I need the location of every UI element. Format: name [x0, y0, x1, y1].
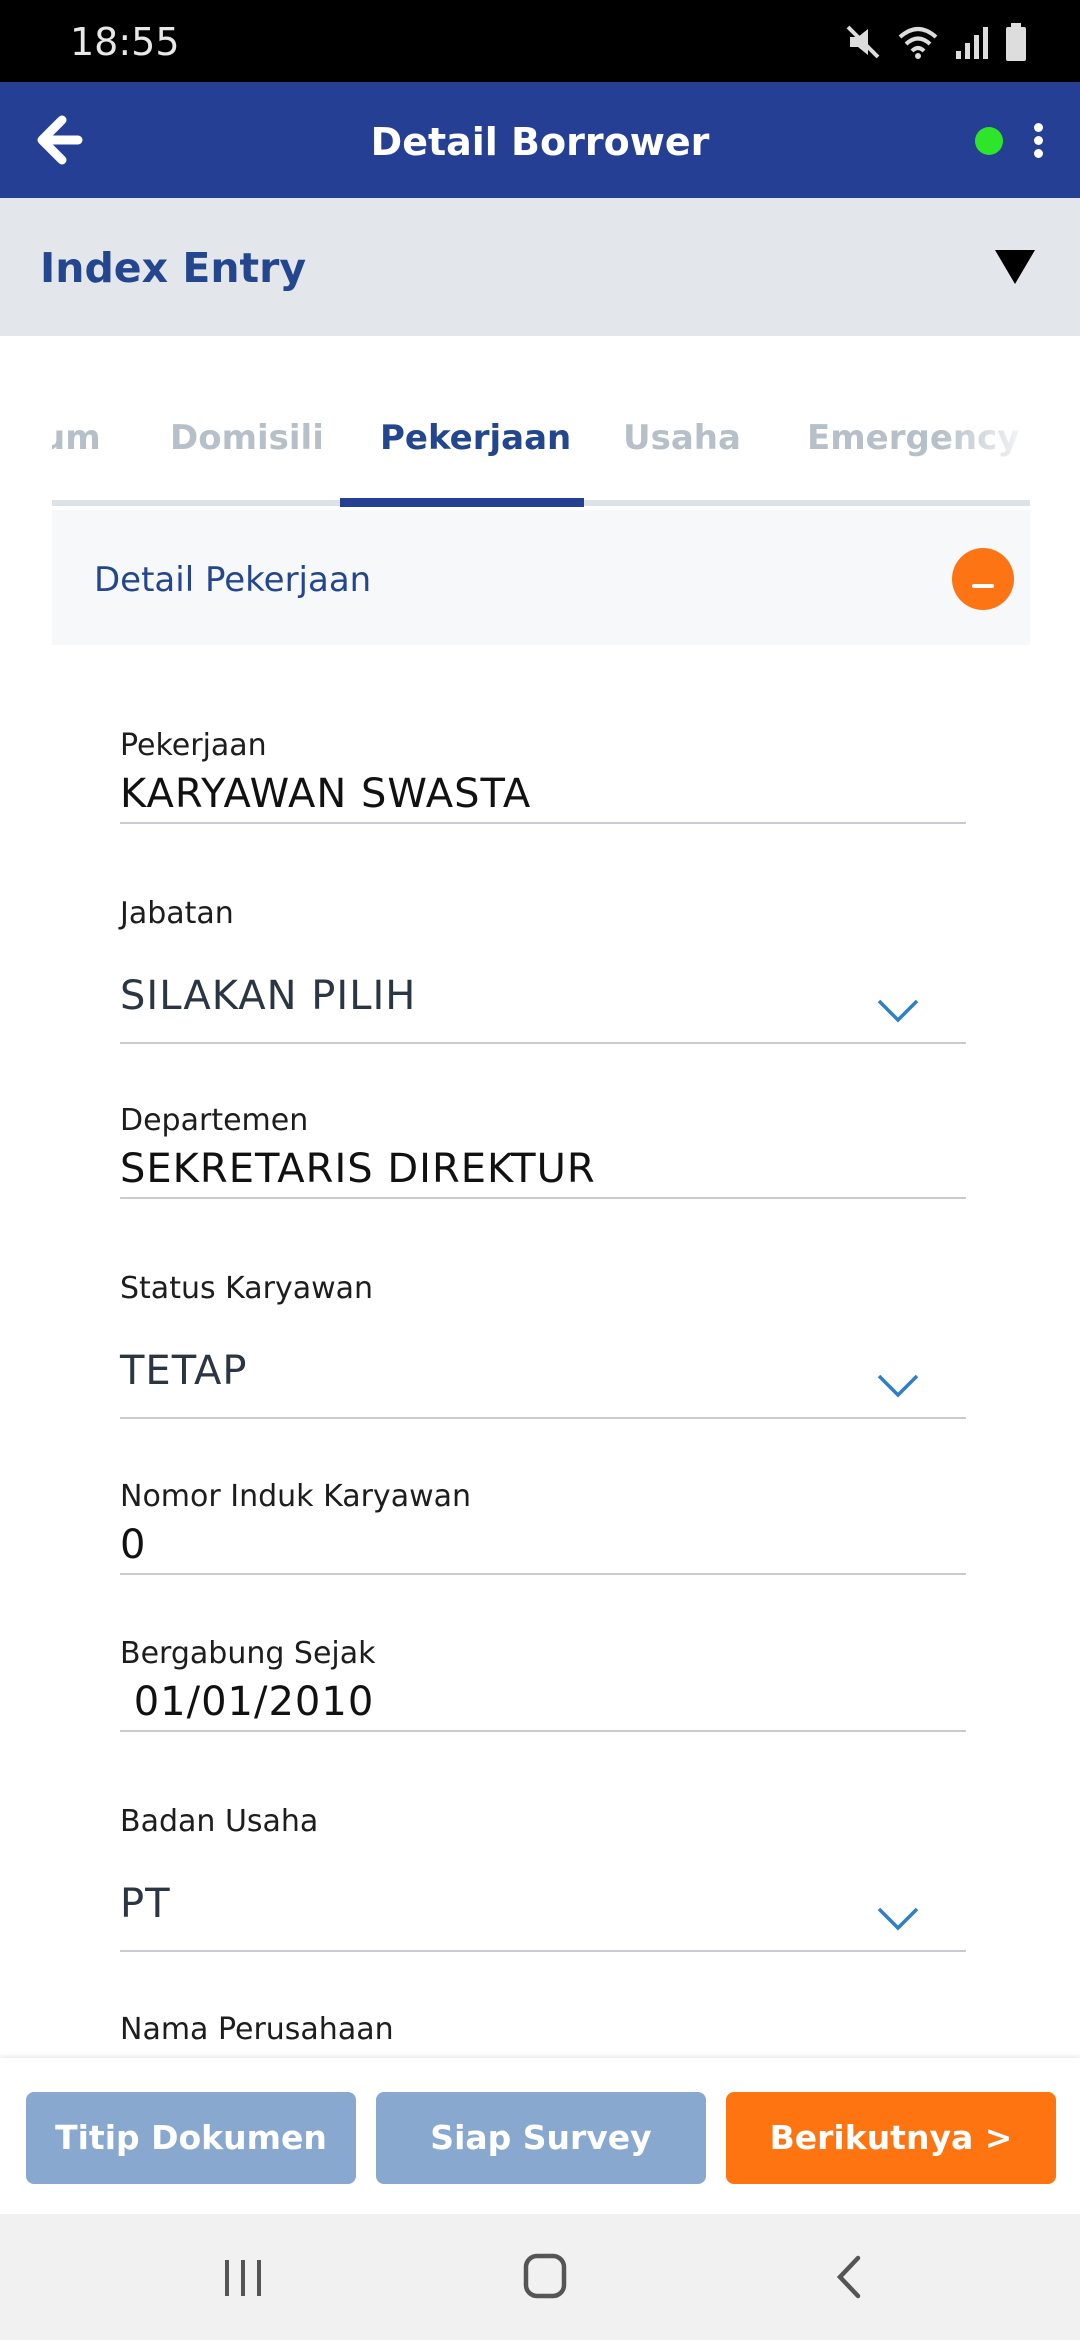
app-bar: Detail Borrower [0, 82, 1080, 198]
field-value[interactable]: KARYAWAN SWASTA [120, 771, 966, 817]
recent-apps-button[interactable] [213, 2252, 273, 2302]
tab-domisili[interactable]: Domisili [170, 418, 324, 458]
section-header-detail-pekerjaan: Detail Pekerjaan [52, 510, 1030, 645]
signal-icon [954, 23, 990, 65]
field-label: Badan Usaha [120, 1804, 319, 1839]
tab-left-mask [0, 400, 52, 500]
field-value[interactable]: 01/01/2010 [120, 1679, 966, 1725]
field-label: Pekerjaan [120, 728, 267, 763]
bergabung-sejak-field[interactable]: Bergabung Sejak 01/01/2010 [120, 1636, 966, 1736]
mute-icon [844, 23, 882, 65]
field-value: TETAP [120, 1348, 248, 1394]
chevron-down-icon [877, 1907, 919, 1931]
bottom-action-bar: Titip Dokumen Siap Survey Berikutnya > [0, 2058, 1080, 2214]
field-underline [120, 1730, 966, 1732]
chevron-down-icon [877, 1374, 919, 1398]
tab-usaha[interactable]: Usaha [623, 418, 741, 458]
system-nav-bar [0, 2214, 1080, 2340]
departemen-field[interactable]: Departemen SEKRETARIS DIREKTUR [120, 1103, 966, 1203]
status-karyawan-select[interactable]: Status Karyawan TETAP [120, 1271, 966, 1421]
field-value: SILAKAN PILIH [120, 973, 417, 1019]
field-value[interactable]: 0 [120, 1522, 966, 1568]
field-label: Bergabung Sejak [120, 1636, 376, 1671]
index-entry-title: Index Entry [40, 244, 307, 292]
collapse-button[interactable] [952, 548, 1014, 610]
nama-perusahaan-field[interactable]: Nama Perusahaan [120, 2012, 966, 2058]
field-underline [120, 1197, 966, 1199]
more-vert-icon [1033, 123, 1043, 132]
index-entry-dropdown[interactable]: Index Entry [0, 198, 1080, 336]
back-chevron-icon [836, 2255, 861, 2299]
back-nav-button[interactable] [818, 2252, 878, 2302]
titip-dokumen-button[interactable]: Titip Dokumen [26, 2092, 356, 2184]
recent-apps-icon [225, 2260, 261, 2296]
field-underline [120, 1573, 966, 1575]
field-underline [120, 1042, 966, 1044]
pekerjaan-field[interactable]: Pekerjaan KARYAWAN SWASTA [120, 728, 966, 828]
battery-icon [1004, 22, 1028, 66]
field-underline [120, 822, 966, 824]
jabatan-select[interactable]: Jabatan SILAKAN PILIH [120, 896, 966, 1046]
caret-down-icon [995, 250, 1035, 284]
field-value[interactable]: SEKRETARIS DIREKTUR [120, 1146, 966, 1192]
status-time: 18:55 [70, 20, 180, 64]
page-title: Detail Borrower [370, 120, 710, 164]
tab-active-indicator [340, 498, 584, 507]
chevron-down-icon [877, 999, 919, 1023]
status-icons [844, 22, 1028, 66]
field-label: Departemen [120, 1103, 309, 1138]
siap-survey-button[interactable]: Siap Survey [376, 2092, 706, 2184]
section-title: Detail Pekerjaan [94, 560, 372, 600]
home-button[interactable] [516, 2252, 576, 2302]
badan-usaha-select[interactable]: Badan Usaha PT [120, 1804, 966, 1954]
tab-pekerjaan[interactable]: Pekerjaan [380, 418, 571, 458]
berikutnya-button[interactable]: Berikutnya > [726, 2092, 1056, 2184]
online-status-indicator [975, 127, 1003, 155]
field-value: PT [120, 1881, 171, 1927]
field-label: Status Karyawan [120, 1271, 374, 1306]
field-label: Nomor Induk Karyawan [120, 1479, 472, 1514]
field-underline [120, 1417, 966, 1419]
tab-bar: Umum Domisili Pekerjaan Usaha Emergency [0, 400, 1080, 510]
field-label: Nama Perusahaan [120, 2012, 394, 2047]
minus-icon [972, 584, 994, 588]
nomor-induk-karyawan-field[interactable]: Nomor Induk Karyawan 0 [120, 1479, 966, 1579]
overflow-menu-button[interactable] [1025, 120, 1051, 164]
tab-fade [940, 400, 1080, 500]
field-label: Jabatan [120, 896, 234, 931]
home-icon [523, 2253, 567, 2299]
wifi-icon [896, 23, 940, 65]
status-bar: 18:55 [0, 0, 1080, 82]
field-underline [120, 1950, 966, 1952]
